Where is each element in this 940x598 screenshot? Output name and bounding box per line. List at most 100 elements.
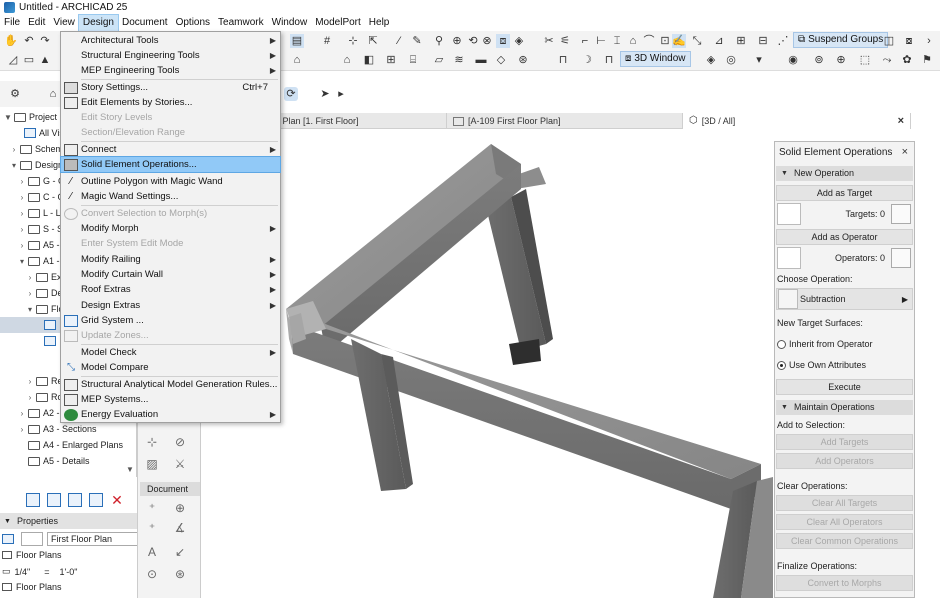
clear-all-targets-button[interactable]: Clear All Targets <box>776 495 913 511</box>
menu-design[interactable]: Design <box>77 14 120 32</box>
array-icon[interactable]: ⋰ <box>776 34 790 48</box>
menu-item-section-elevation-range[interactable]: Section/Elevation Range <box>61 125 280 140</box>
tab-close-icon[interactable]: × <box>898 113 904 129</box>
menu-file[interactable]: File <box>0 15 24 31</box>
layers-settings-icon[interactable]: ⧇ <box>902 34 916 48</box>
camera-icon[interactable]: ◉ <box>786 53 800 67</box>
more-icon[interactable]: › <box>922 34 936 48</box>
section-maintain-operations[interactable]: Maintain Operations <box>776 400 913 415</box>
guide-icon[interactable]: ⊹ <box>346 34 360 48</box>
split-icon[interactable]: ⊢ <box>594 34 608 48</box>
trace-icon[interactable]: ◈ <box>512 34 526 48</box>
add-as-operator-button[interactable]: Add as Operator <box>776 229 913 245</box>
menu-help[interactable]: Help <box>365 15 394 31</box>
mirror-icon[interactable]: ⊗ <box>480 34 494 48</box>
level-dimension-icon[interactable]: ⊕ <box>172 500 188 516</box>
adjust-icon[interactable]: ⌶ <box>610 34 624 48</box>
select-operators-icon[interactable] <box>891 248 911 268</box>
wall-tool-icon[interactable]: ◿ <box>6 53 20 67</box>
morph-icon[interactable]: ◇ <box>494 53 508 67</box>
properties-name-field[interactable]: First Floor Plan <box>47 532 139 546</box>
tree-a5-details[interactable]: A5 - Details <box>0 453 137 469</box>
dimension-tool-icon[interactable]: ⁺ <box>144 500 160 516</box>
fill-tool-icon[interactable]: ⊛ <box>172 566 188 582</box>
object-icon[interactable]: ⊛ <box>516 53 530 67</box>
elevate-icon[interactable]: ⊟ <box>756 34 770 48</box>
menu-item-roof-extras[interactable]: Roof Extras ▶ <box>61 282 280 297</box>
offset-icon[interactable]: ⊡ <box>658 34 672 48</box>
menu-teamwork[interactable]: Teamwork <box>214 15 268 31</box>
add-as-target-button[interactable]: Add as Target <box>776 185 913 201</box>
twinmotion-icon[interactable]: ✿ <box>900 53 914 67</box>
lamp-icon[interactable]: ☽ <box>580 53 594 67</box>
menu-item-enter-system-edit-mode[interactable]: Enter System Edit Mode <box>61 236 280 251</box>
properties-header[interactable]: ▼ Properties <box>0 513 137 529</box>
menu-document[interactable]: Document <box>118 15 172 31</box>
tree-a4-enlarged-plans[interactable]: A4 - Enlarged Plans <box>0 437 137 453</box>
trim-icon[interactable]: ⌐ <box>578 34 592 48</box>
section-marker-icon[interactable]: ⊙ <box>144 566 160 582</box>
suspend-groups-button[interactable]: ⧉ Suspend Groups <box>793 32 889 48</box>
settings-icon[interactable] <box>89 493 103 507</box>
orbit-icon[interactable]: ⟳ <box>284 87 298 101</box>
edit-icon[interactable]: ✍ <box>672 34 686 48</box>
slab-icon[interactable]: ▱ <box>432 53 446 67</box>
menu-item-magic-wand-settings[interactable]: ⁄ Magic Wand Settings... <box>61 189 280 204</box>
beam-icon[interactable]: ▬ <box>474 53 488 67</box>
zone-tool-icon[interactable]: ⊹ <box>144 434 160 450</box>
3d-viewport[interactable] <box>201 129 774 598</box>
menu-window[interactable]: Window <box>268 15 312 31</box>
new-view-icon[interactable] <box>47 493 61 507</box>
drag-icon[interactable]: ⊕ <box>450 34 464 48</box>
dropdown-arrow-icon[interactable]: ▾ <box>752 53 766 67</box>
operator-icon[interactable] <box>777 247 801 269</box>
fillet-icon[interactable]: ⌒ <box>642 34 656 48</box>
render-icon[interactable]: ⊚ <box>812 53 826 67</box>
column-tool-icon[interactable]: ▭ <box>22 53 36 67</box>
delete-icon[interactable]: ✕ <box>110 493 124 507</box>
clear-common-operations-button[interactable]: Clear Common Operations <box>776 533 913 549</box>
section-new-operation[interactable]: New Operation <box>776 166 913 181</box>
tree-a3-sections[interactable]: › A3 - Sections <box>0 421 137 437</box>
measure-icon[interactable]: ⚟ <box>558 34 572 48</box>
menu-item-convert-to-morphs[interactable]: Convert Selection to Morph(s) <box>61 206 280 221</box>
menu-item-story-settings[interactable]: Story Settings... Ctrl+7 <box>61 80 280 95</box>
menu-item-architectural-tools[interactable]: Architectural Tools ▶ <box>61 33 280 48</box>
home-icon[interactable]: ⌂ <box>290 53 304 67</box>
pointer-icon[interactable]: ➤ <box>318 87 332 101</box>
goal-icon[interactable]: ⚑ <box>920 53 934 67</box>
menu-item-model-check[interactable]: Model Check ▶ <box>61 345 280 360</box>
panel-close-icon[interactable]: × <box>902 146 908 158</box>
convert-to-morphs-button[interactable]: Convert to Morphs <box>776 575 913 591</box>
menu-item-structural-analytical[interactable]: Structural Analytical Model Generation R… <box>61 377 280 392</box>
redo-icon[interactable]: ↷ <box>38 34 52 48</box>
new-folder-icon[interactable] <box>26 493 40 507</box>
layer-icon[interactable]: ▤ <box>290 34 304 48</box>
menu-item-connect[interactable]: Connect ▶ <box>61 142 280 157</box>
angle-dimension-icon[interactable]: ∡ <box>172 520 188 536</box>
view-settings-icon[interactable]: ◫ <box>882 34 896 48</box>
magic-wand-icon[interactable]: ⁄ <box>392 34 406 48</box>
tab-a109-first-floor-plan[interactable]: [A-109 First Floor Plan] <box>447 113 683 129</box>
grid-snap-icon[interactable]: # <box>320 34 334 48</box>
operation-select[interactable]: Subtraction ▶ <box>776 288 913 310</box>
properties-id-field[interactable] <box>21 532 43 546</box>
add-targets-button[interactable]: Add Targets <box>776 434 913 450</box>
pin-icon[interactable]: ⚲ <box>432 34 446 48</box>
clone-icon[interactable] <box>68 493 82 507</box>
bimx-icon[interactable]: ⬚ <box>858 53 872 67</box>
explode-icon[interactable]: ⊞ <box>734 34 748 48</box>
target-icon[interactable] <box>777 203 801 225</box>
3d-filter-icon[interactable]: ◎ <box>724 53 738 67</box>
shell-icon[interactable]: ◧ <box>362 53 376 67</box>
pen-icon[interactable]: ✎ <box>410 34 424 48</box>
pointer-dropdown-icon[interactable]: ▸ <box>334 87 348 101</box>
undo-icon[interactable]: ↶ <box>22 34 36 48</box>
menu-edit[interactable]: Edit <box>24 15 49 31</box>
stair-icon[interactable]: ⌸ <box>406 53 420 67</box>
menu-item-outline-polygon[interactable]: ⁄ Outline Polygon with Magic Wand <box>61 174 280 189</box>
publish-icon[interactable]: ⊕ <box>834 53 848 67</box>
lamp-tool-icon[interactable]: ⚔ <box>172 456 188 472</box>
object-tool-icon[interactable]: ▨ <box>144 456 160 472</box>
select-targets-icon[interactable] <box>891 204 911 224</box>
